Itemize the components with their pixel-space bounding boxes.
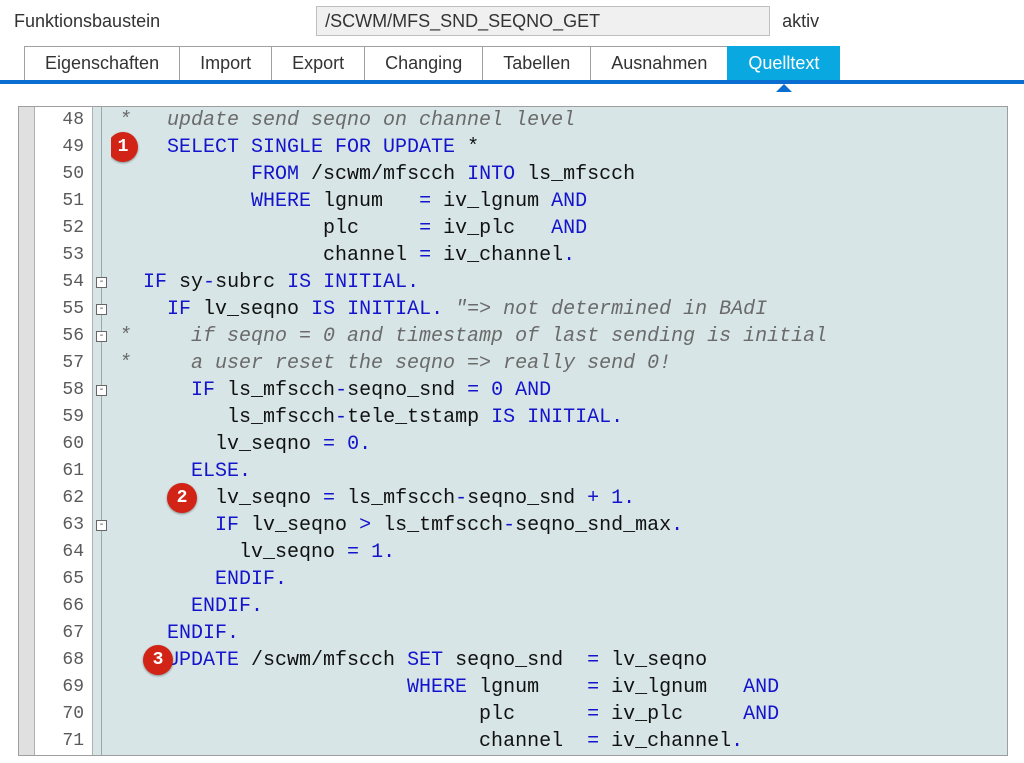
tab-export[interactable]: Export	[271, 46, 364, 80]
line-number: 50	[35, 161, 92, 188]
tab-ausnahmen[interactable]: Ausnahmen	[590, 46, 727, 80]
code-line[interactable]: WHERE lgnum = iv_lgnum AND	[111, 674, 1007, 701]
fold-toggle-icon[interactable]: -	[96, 304, 107, 315]
code-line[interactable]: lv_seqno = 0.	[111, 431, 1007, 458]
code-line[interactable]: ELSE.	[111, 458, 1007, 485]
line-number: 69	[35, 674, 92, 701]
line-number: 56	[35, 323, 92, 350]
line-number: 62	[35, 485, 92, 512]
line-number: 48	[35, 107, 92, 134]
header-bar: Funktionsbaustein aktiv	[0, 0, 1024, 36]
tab-quelltext[interactable]: Quelltext	[727, 46, 840, 80]
annotation-badge-2: 2	[167, 483, 197, 513]
fold-toggle-icon[interactable]: -	[96, 520, 107, 531]
line-number: 66	[35, 593, 92, 620]
line-number: 59	[35, 404, 92, 431]
tab-tabellen[interactable]: Tabellen	[482, 46, 590, 80]
line-number: 63	[35, 512, 92, 539]
fold-toggle-icon[interactable]: -	[96, 277, 107, 288]
line-number: 71	[35, 728, 92, 755]
code-line[interactable]: channel = iv_channel.	[111, 728, 1007, 755]
code-line[interactable]: ENDIF.	[111, 593, 1007, 620]
status-label: aktiv	[782, 11, 819, 32]
tab-eigenschaften[interactable]: Eigenschaften	[24, 46, 179, 80]
code-line[interactable]: FROM /scwm/mfscch INTO ls_mfscch	[111, 161, 1007, 188]
code-line[interactable]: lv_seqno = ls_mfscch-seqno_snd + 1.	[111, 485, 1007, 512]
tab-import[interactable]: Import	[179, 46, 271, 80]
code-line[interactable]: plc = iv_plc AND	[111, 701, 1007, 728]
code-line[interactable]: plc = iv_plc AND	[111, 215, 1007, 242]
line-number: 67	[35, 620, 92, 647]
line-number: 51	[35, 188, 92, 215]
line-number: 52	[35, 215, 92, 242]
code-line[interactable]: SELECT SINGLE FOR UPDATE *	[111, 134, 1007, 161]
code-line[interactable]: lv_seqno = 1.	[111, 539, 1007, 566]
object-type-label: Funktionsbaustein	[14, 11, 160, 32]
object-name-field[interactable]	[316, 6, 770, 36]
code-line[interactable]: UPDATE /scwm/mfscch SET seqno_snd = lv_s…	[111, 647, 1007, 674]
abap-editor: 4849505152535455565758596061626364656667…	[18, 106, 1008, 756]
line-number: 64	[35, 539, 92, 566]
editor-margin	[19, 107, 35, 755]
line-number: 49	[35, 134, 92, 161]
line-number: 55	[35, 296, 92, 323]
code-line[interactable]: * a user reset the seqno => really send …	[111, 350, 1007, 377]
code-line[interactable]: * update send seqno on channel level	[111, 107, 1007, 134]
tab-strip: EigenschaftenImportExportChangingTabelle…	[0, 40, 1024, 84]
code-line[interactable]: IF lv_seqno IS INITIAL. "=> not determin…	[111, 296, 1007, 323]
tab-changing[interactable]: Changing	[364, 46, 482, 80]
code-line[interactable]: IF lv_seqno > ls_tmfscch-seqno_snd_max.	[111, 512, 1007, 539]
code-line[interactable]: WHERE lgnum = iv_lgnum AND	[111, 188, 1007, 215]
code-line[interactable]: IF sy-subrc IS INITIAL.	[111, 269, 1007, 296]
annotation-badge-3: 3	[143, 645, 173, 675]
code-line[interactable]: ENDIF.	[111, 620, 1007, 647]
fold-toggle-icon[interactable]: -	[96, 385, 107, 396]
code-line[interactable]: * if seqno = 0 and timestamp of last sen…	[111, 323, 1007, 350]
code-line[interactable]: ENDIF.	[111, 566, 1007, 593]
line-number: 70	[35, 701, 92, 728]
line-number: 58	[35, 377, 92, 404]
line-number: 57	[35, 350, 92, 377]
line-number: 68	[35, 647, 92, 674]
code-line[interactable]: ls_mfscch-tele_tstamp IS INITIAL.	[111, 404, 1007, 431]
line-number: 54	[35, 269, 92, 296]
line-number: 61	[35, 458, 92, 485]
code-area[interactable]: * update send seqno on channel level SEL…	[111, 107, 1007, 755]
line-number: 60	[35, 431, 92, 458]
code-line[interactable]: channel = iv_channel.	[111, 242, 1007, 269]
line-number-column: 4849505152535455565758596061626364656667…	[35, 107, 93, 755]
line-number: 65	[35, 566, 92, 593]
fold-toggle-icon[interactable]: -	[96, 331, 107, 342]
fold-column: - - - - -	[93, 107, 111, 755]
code-line[interactable]: IF ls_mfscch-seqno_snd = 0 AND	[111, 377, 1007, 404]
line-number: 53	[35, 242, 92, 269]
